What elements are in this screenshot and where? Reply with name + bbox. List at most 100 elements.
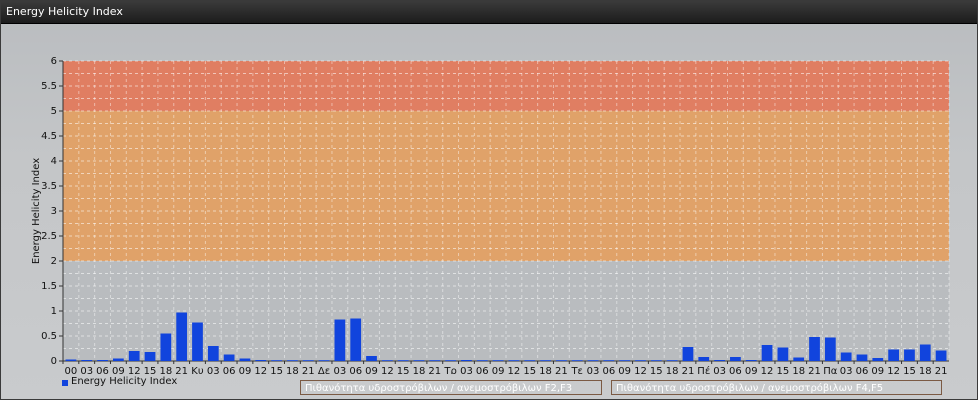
y-tick-label: 4.5 [41, 131, 57, 142]
bar [271, 360, 282, 361]
x-tick-label: 00 [65, 366, 78, 374]
ehi-bar-chart: 0 0.5 1 1.5 2 2.5 3 3.5 4 4.5 5 5.5 6 Energy Helicity… [31, 56, 950, 374]
x-tick-label: 18 [539, 366, 552, 374]
bar [112, 358, 124, 361]
band-legend-f2f3: Πιθανότητα υδροστρόβιλων / ανεμοστρόβιλω… [300, 380, 602, 395]
bar [302, 360, 314, 361]
bar [429, 360, 441, 361]
y-axis-title: Energy Helicity Index [31, 158, 42, 264]
series-legend-swatch [62, 380, 68, 386]
x-tick-label: 09 [618, 366, 631, 374]
window-title: Energy Helicity Index [6, 5, 123, 18]
y-tick-label: 3 [51, 206, 57, 217]
bar [777, 347, 789, 361]
bar [587, 360, 599, 361]
bar [635, 360, 646, 361]
bar [413, 360, 425, 361]
bar [524, 360, 536, 361]
x-tick-label: 06 [96, 366, 109, 374]
title-bar: Energy Helicity Index [1, 1, 977, 24]
series-legend-label: Energy Helicity Index [71, 376, 178, 387]
bar [476, 360, 488, 361]
bar [571, 360, 583, 361]
bar [381, 360, 393, 361]
bar [128, 351, 140, 361]
bar [761, 345, 773, 361]
x-tick-label: 21 [555, 366, 568, 374]
y-tick-label: 4 [51, 156, 57, 167]
x-tick-label: Τρ [443, 366, 456, 374]
x-tick-label: 18 [792, 366, 805, 374]
x-tick-label: 21 [175, 366, 188, 374]
y-tick-label: 5.5 [41, 81, 57, 92]
x-tick-label: 18 [413, 366, 426, 374]
x-tick-label: Πα [823, 366, 838, 374]
x-tick-label: 03 [840, 366, 853, 374]
x-tick-label: 21 [808, 366, 821, 374]
bar [603, 360, 615, 361]
x-tick-label: 03 [460, 366, 473, 374]
band-legend-f4f5: Πιθανότητα υδροστρόβιλων / ανεμοστρόβιλω… [611, 380, 942, 395]
x-tick-label: 12 [761, 366, 774, 374]
bar [287, 360, 298, 361]
x-tick-label: 15 [903, 366, 916, 374]
bar [904, 349, 915, 361]
x-tick-label: 12 [128, 366, 141, 374]
x-tick-label: 18 [286, 366, 299, 374]
bar [555, 360, 567, 361]
bar [160, 333, 172, 361]
x-tick-label: 03 [334, 366, 347, 374]
x-tick-label: 12 [381, 366, 394, 374]
x-tick-label: 15 [144, 366, 157, 374]
bar [508, 360, 520, 361]
x-tick-label: 12 [254, 366, 267, 374]
bar [698, 357, 710, 361]
bar [144, 352, 156, 361]
bar [666, 360, 678, 361]
bar [540, 360, 551, 361]
bar [97, 360, 108, 361]
x-tick-label: 21 [935, 366, 948, 374]
bar [207, 346, 219, 361]
bar [714, 360, 725, 361]
x-tick-label: 12 [634, 366, 647, 374]
bar [809, 337, 820, 361]
x-tick-label: 06 [602, 366, 615, 374]
x-tick-label: 06 [856, 366, 869, 374]
bar [730, 357, 741, 361]
bar [65, 359, 77, 361]
y-tick-label: 2 [51, 256, 57, 267]
bar [334, 319, 346, 361]
x-tick-label: 09 [239, 366, 252, 374]
bar [745, 360, 757, 361]
bar [366, 356, 377, 361]
bar [318, 360, 330, 361]
x-tick-label: 09 [492, 366, 505, 374]
x-tick-label: 03 [80, 366, 93, 374]
x-tick-label: 18 [666, 366, 679, 374]
y-tick-label: 2.5 [41, 231, 57, 242]
bar [223, 354, 235, 361]
x-tick-label: 15 [777, 366, 790, 374]
bar [176, 312, 188, 361]
x-tick-label: Δε [318, 366, 330, 374]
y-tick-label: 0 [51, 356, 57, 367]
x-tick-label: 06 [223, 366, 236, 374]
bar [619, 360, 631, 361]
bar [824, 337, 836, 361]
x-tick-label: 06 [476, 366, 489, 374]
bar [350, 318, 362, 361]
chart-window: Energy Helicity Index 0 0.5 1 1.5 2 2.5 3 3.5 4 4… [0, 0, 978, 400]
bar [793, 357, 805, 361]
bar [840, 352, 852, 361]
x-tick-label: 12 [508, 366, 521, 374]
bar [492, 360, 504, 361]
y-tick-label: 1 [51, 306, 57, 317]
bar [682, 347, 694, 361]
bar [650, 360, 662, 361]
x-tick-label: 03 [713, 366, 726, 374]
x-tick-label: 03 [207, 366, 220, 374]
x-tick-label: 21 [302, 366, 315, 374]
x-tick-label: 15 [270, 366, 283, 374]
x-tick-label: 21 [682, 366, 695, 374]
